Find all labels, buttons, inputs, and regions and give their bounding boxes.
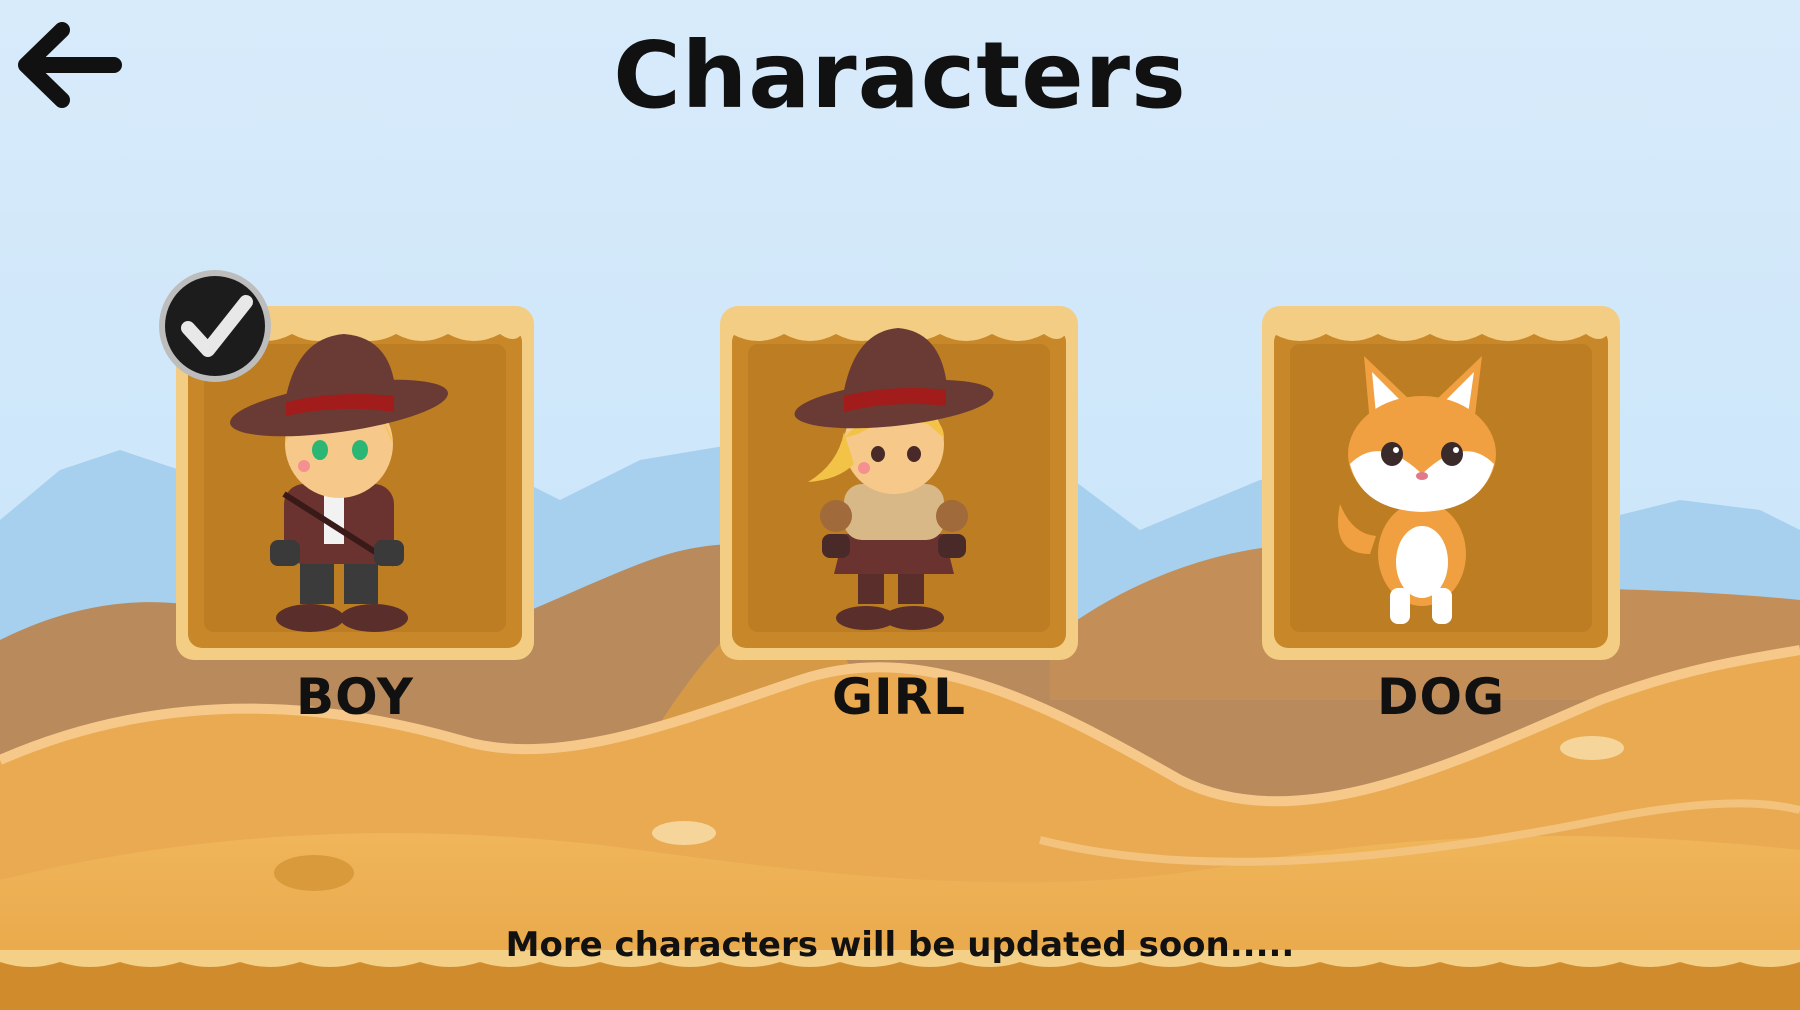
character-label-dog: DOG: [1376, 668, 1506, 726]
character-card-girl[interactable]: [718, 304, 1080, 662]
checkmark-icon: [159, 270, 271, 382]
footer-note: More characters will be updated soon....…: [505, 925, 1295, 965]
dog-character-image: [1338, 356, 1496, 624]
character-label-girl: GIRL: [831, 668, 966, 726]
page-title: Characters: [613, 22, 1187, 129]
selected-badge: [154, 268, 276, 384]
girl-character-image: [794, 328, 994, 630]
character-card-dog[interactable]: [1260, 304, 1622, 662]
character-label-boy: BOY: [295, 668, 415, 726]
